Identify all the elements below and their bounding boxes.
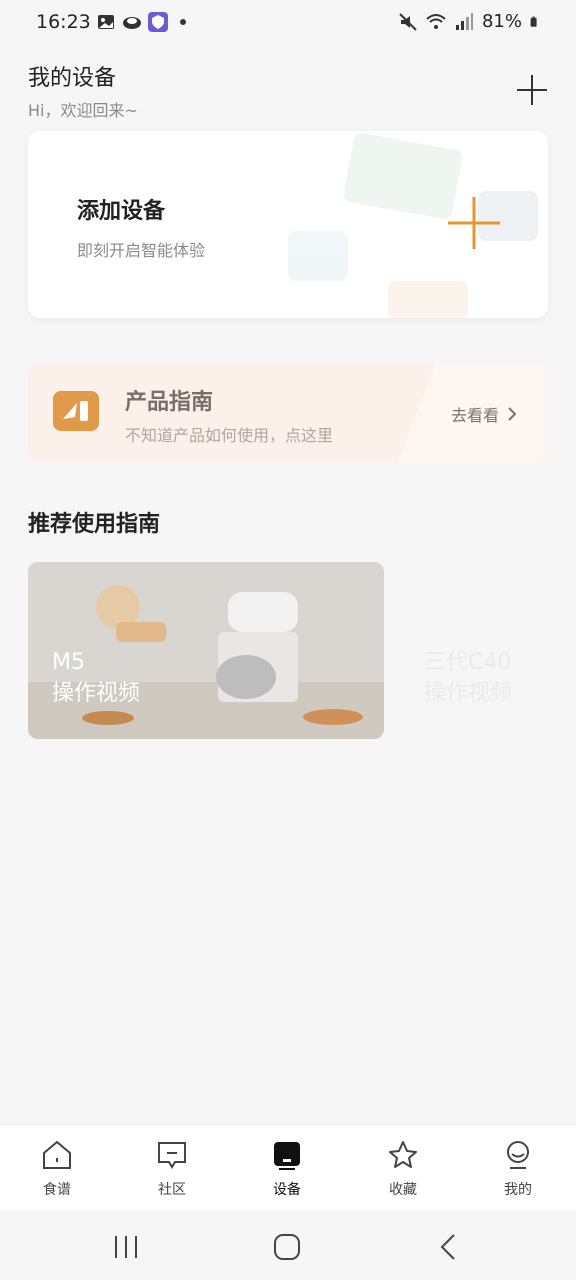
app-notification-icon [123, 17, 141, 29]
battery-percent: 81% [481, 11, 522, 32]
page-subtitle: Hi，欢迎回来~ [28, 101, 138, 120]
guide-icon [53, 391, 99, 431]
nav-item-recipes[interactable]: 食谱 [22, 1139, 92, 1199]
page-title: 我的设备 [28, 66, 117, 91]
status-time: 16:23 [36, 11, 91, 33]
security-icon [148, 12, 168, 32]
battery-icon [530, 16, 537, 27]
nav-label: 我的 [504, 1182, 532, 1198]
profile-icon [507, 1141, 529, 1169]
nav-item-favorites[interactable]: 收藏 [368, 1139, 438, 1199]
video-model: 三代C40 [424, 650, 512, 675]
guide-subtitle: 不知道产品如何使用，点这里 [125, 426, 334, 445]
product-guide-banner[interactable]: 产品指南 不知道产品如何使用，点这里 去看看 [28, 364, 548, 462]
device-icon [274, 1142, 300, 1170]
add-icon[interactable] [512, 70, 552, 110]
video-card[interactable]: M5 操作视频 [28, 562, 384, 739]
video-caption: 操作视频 [52, 680, 141, 706]
signal-icon [455, 12, 473, 30]
back-icon[interactable] [434, 1232, 464, 1262]
video-label: 三代C40 操作视频 [424, 648, 512, 710]
video-card[interactable]: 三代C40 操作视频 [400, 562, 576, 739]
star-icon [389, 1141, 417, 1168]
mute-icon [399, 12, 417, 31]
nav-item-profile[interactable]: 我的 [483, 1139, 553, 1199]
home-button-icon[interactable] [272, 1232, 302, 1262]
appliance-illustration [288, 133, 538, 318]
community-icon [158, 1142, 186, 1169]
more-notifications-dot [180, 19, 186, 25]
gallery-icon [98, 15, 114, 29]
add-device-title: 添加设备 [77, 199, 166, 224]
chevron-right-icon [508, 407, 517, 421]
guide-link[interactable]: 去看看 [451, 402, 517, 426]
nav-label: 食谱 [43, 1182, 71, 1198]
wifi-icon [426, 13, 446, 29]
nav-item-device[interactable]: 设备 [252, 1139, 322, 1199]
video-model: M5 [52, 650, 85, 675]
recent-apps-icon[interactable] [111, 1232, 141, 1262]
notification-icons [96, 12, 186, 32]
system-nav [0, 1210, 576, 1280]
add-device-card[interactable]: 添加设备 即刻开启智能体验 [28, 131, 548, 318]
video-label: M5 操作视频 [52, 648, 140, 710]
nav-item-community[interactable]: 社区 [137, 1139, 207, 1199]
add-device-subtitle: 即刻开启智能体验 [77, 241, 206, 260]
home-icon [43, 1140, 71, 1169]
guide-link-label: 去看看 [451, 406, 500, 425]
video-caption: 操作视频 [424, 680, 513, 706]
guide-title: 产品指南 [125, 390, 214, 415]
status-right: 81% [398, 11, 542, 32]
nav-label: 社区 [158, 1182, 186, 1198]
status-bar: 16:23 81% [0, 0, 576, 46]
recommend-title: 推荐使用指南 [28, 512, 161, 537]
nav-label: 设备 [273, 1182, 301, 1198]
page: 16:23 81% 我的设备 Hi，欢迎回来~ 添加设备 即刻开启智能体验 产品… [0, 0, 576, 1280]
add-device-plus-icon[interactable] [446, 195, 502, 251]
bottom-nav: 食谱 社区 设备 收藏 我的 [0, 1124, 576, 1210]
nav-label: 收藏 [389, 1182, 417, 1198]
